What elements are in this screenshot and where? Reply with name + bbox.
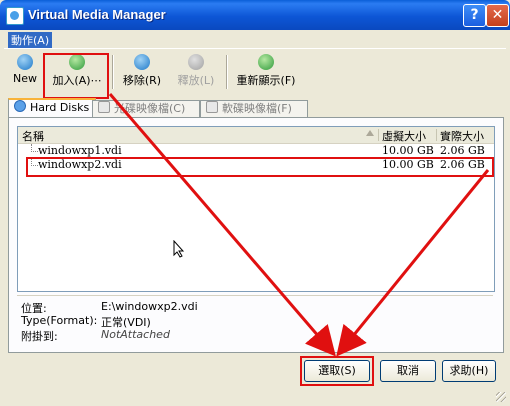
resize-grip[interactable] xyxy=(496,392,506,402)
cancel-button[interactable]: 取消 xyxy=(380,360,436,382)
select-button-highlight xyxy=(300,356,374,386)
virtual-media-manager-window: Virtual Media Manager ? ✕ 動作(A) New 加入(A… xyxy=(0,0,510,406)
annotation-arrows xyxy=(108,93,490,357)
arrow-add-to-select xyxy=(108,93,336,357)
help-button[interactable]: 求助(H) xyxy=(442,360,496,382)
arrow-row-to-select xyxy=(336,169,490,357)
cancel-button-label: 取消 xyxy=(397,364,419,377)
help-button-label: 求助(H) xyxy=(449,364,489,377)
